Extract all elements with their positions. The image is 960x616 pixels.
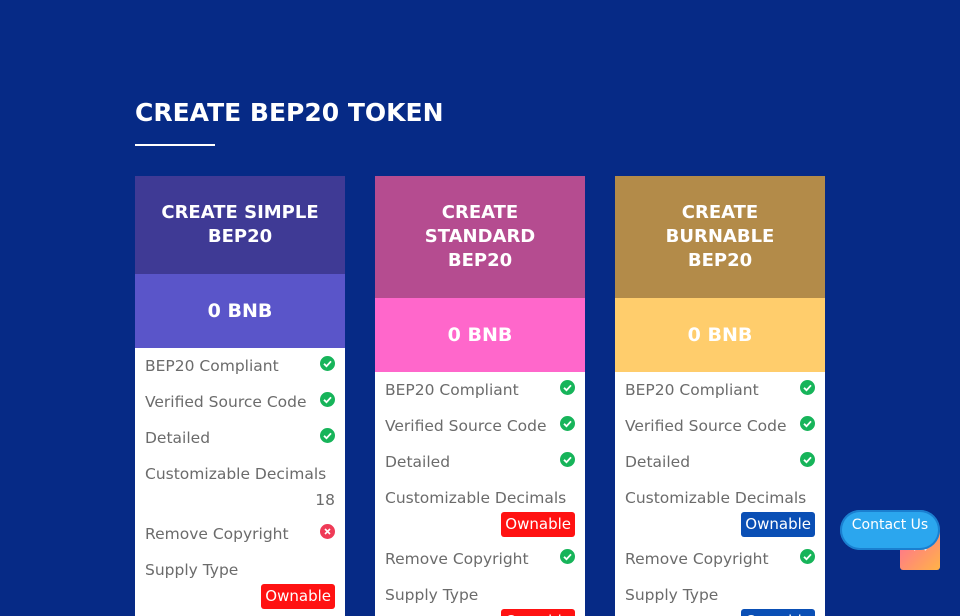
feature-list: BEP20 Compliant Verified Source Code Detai… xyxy=(135,348,345,609)
feature-item: Customizable Decimals 18 xyxy=(145,456,335,512)
feature-item: Detailed xyxy=(385,444,575,480)
feature-label: Verified Source Code xyxy=(145,393,307,411)
feature-label: BEP20 Compliant xyxy=(385,381,519,399)
check-circle-icon xyxy=(560,549,575,564)
feature-value: 18 xyxy=(315,491,335,509)
card-price: 0 BNB xyxy=(375,298,585,372)
section-title: CREATE BEP20 TOKEN xyxy=(135,98,444,127)
card-title: CREATE BURNABLE BEP20 xyxy=(615,176,825,298)
feature-item: Remove Copyright xyxy=(145,516,335,552)
feature-item: Remove Copyright xyxy=(625,541,815,577)
pricing-card-burnable: CREATE BURNABLE BEP20 0 BNB BEP20 Compli… xyxy=(615,176,825,616)
feature-badge: Ownable xyxy=(741,512,815,537)
feature-label: Supply Type xyxy=(625,586,719,604)
feature-label: Remove Copyright xyxy=(385,550,529,568)
feature-item: BEP20 Compliant xyxy=(145,348,335,384)
feature-list: BEP20 Compliant Verified Source Code Detai… xyxy=(615,372,825,616)
feature-item: Verified Source Code xyxy=(385,408,575,444)
feature-badge: Ownable xyxy=(501,609,575,616)
feature-label: BEP20 Compliant xyxy=(145,357,279,375)
feature-item: Customizable Decimals Ownable xyxy=(625,480,815,537)
contact-us-button[interactable]: Contact Us xyxy=(840,510,940,550)
check-circle-icon xyxy=(320,428,335,443)
pricing-card-standard: CREATE STANDARD BEP20 0 BNB BEP20 Compli… xyxy=(375,176,585,616)
feature-item: Verified Source Code xyxy=(145,384,335,420)
feature-badge: Ownable xyxy=(501,512,575,537)
feature-item: Supply Type Ownable xyxy=(385,577,575,616)
feature-item: Customizable Decimals Ownable xyxy=(385,480,575,537)
feature-item: Remove Copyright xyxy=(385,541,575,577)
feature-label: Detailed xyxy=(385,453,451,471)
feature-label: Customizable Decimals xyxy=(145,465,327,483)
feature-item: Verified Source Code xyxy=(625,408,815,444)
feature-label: Detailed xyxy=(145,429,211,447)
feature-label: Supply Type xyxy=(145,561,239,579)
check-circle-icon xyxy=(800,380,815,395)
card-title: CREATE SIMPLE BEP20 xyxy=(135,176,345,274)
pricing-card-simple: CREATE SIMPLE BEP20 0 BNB BEP20 Complian… xyxy=(135,176,345,616)
cross-circle-icon xyxy=(320,524,335,539)
check-circle-icon xyxy=(560,416,575,431)
feature-label: Remove Copyright xyxy=(625,550,769,568)
feature-label: Remove Copyright xyxy=(145,525,289,543)
feature-item: BEP20 Compliant xyxy=(625,372,815,408)
check-circle-icon xyxy=(800,416,815,431)
check-circle-icon xyxy=(800,549,815,564)
feature-label: Verified Source Code xyxy=(625,417,787,435)
feature-label: BEP20 Compliant xyxy=(625,381,759,399)
feature-item: BEP20 Compliant xyxy=(385,372,575,408)
check-circle-icon xyxy=(320,392,335,407)
check-circle-icon xyxy=(320,356,335,371)
card-price: 0 BNB xyxy=(615,298,825,372)
card-price: 0 BNB xyxy=(135,274,345,348)
feature-label: Customizable Decimals xyxy=(625,489,807,507)
check-circle-icon xyxy=(560,452,575,467)
feature-label: Customizable Decimals xyxy=(385,489,567,507)
feature-badge: Ownable xyxy=(261,584,335,609)
check-circle-icon xyxy=(560,380,575,395)
feature-item: Supply Type Ownable xyxy=(625,577,815,616)
feature-label: Detailed xyxy=(625,453,691,471)
check-circle-icon xyxy=(800,452,815,467)
card-title: CREATE STANDARD BEP20 xyxy=(375,176,585,298)
feature-list: BEP20 Compliant Verified Source Code Detai… xyxy=(375,372,585,616)
feature-item: Detailed xyxy=(145,420,335,456)
feature-label: Verified Source Code xyxy=(385,417,547,435)
feature-item: Detailed xyxy=(625,444,815,480)
feature-item: Supply Type Ownable xyxy=(145,552,335,609)
title-underline xyxy=(135,144,215,146)
feature-label: Supply Type xyxy=(385,586,479,604)
feature-badge: Ownable xyxy=(741,609,815,616)
